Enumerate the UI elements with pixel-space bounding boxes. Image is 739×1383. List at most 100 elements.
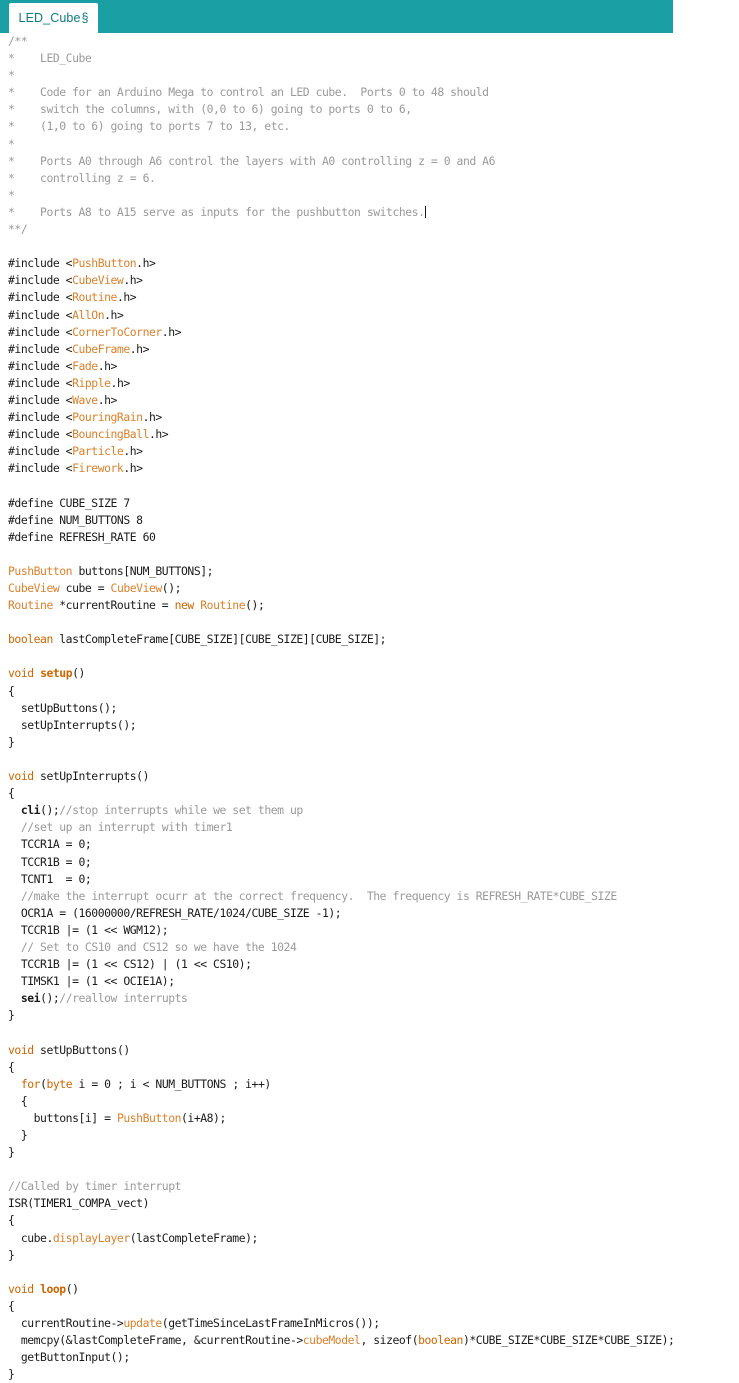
code-token: .h> [161, 324, 182, 339]
code-token: Routine [8, 598, 53, 613]
code-token: (); [245, 598, 265, 613]
code-line: #include <Wave.h> [0, 392, 739, 409]
code-token: } [8, 734, 15, 749]
code-token: { [8, 1213, 15, 1228]
code-line: void setUpInterrupts() [0, 768, 739, 785]
code-token: .h> [142, 410, 163, 425]
code-line: TCCR1A = 0; [0, 836, 739, 853]
code-token: CubeView [110, 581, 163, 595]
code-token: memcpy(&lastCompleteFrame, &currentRouti… [8, 1333, 303, 1348]
code-line: Routine *currentRoutine = new Routine(); [0, 597, 739, 614]
code-token: buttons[i] = [8, 1110, 117, 1125]
code-line: { [0, 1093, 739, 1110]
code-token: cli [20, 803, 41, 818]
code-token: #include < [8, 290, 73, 305]
code-line: memcpy(&lastCompleteFrame, &currentRouti… [0, 1332, 739, 1349]
code-token: } [8, 1145, 15, 1160]
code-editor[interactable]: /** * LED_Cube * * Code for an Arduino Mega… [0, 33, 739, 1383]
code-token: #include < [8, 375, 73, 390]
tab-label: LED_Cube [18, 11, 81, 25]
code-token: CubeView [72, 273, 124, 288]
code-line: setUpInterrupts(); [0, 717, 739, 734]
code-token: #include < [8, 358, 73, 373]
code-line: getButtonInput(); [0, 1349, 739, 1366]
code-line: } [0, 1007, 739, 1024]
code-token: } [8, 1008, 15, 1023]
code-token: /** [8, 34, 28, 48]
code-token: OCR1A = (16000000/REFRESH_RATE/1024/CUBE… [8, 905, 342, 920]
code-token: .h> [123, 273, 143, 288]
code-line: #include <CubeView.h> [0, 272, 739, 289]
code-token: void [8, 1042, 34, 1057]
code-line: sei();//reallow interrupts [0, 990, 739, 1007]
code-line: buttons[i] = PushButton(i+A8); [0, 1110, 739, 1127]
code-token: #define NUM_BUTTONS 8 [8, 512, 143, 527]
code-token: .h> [148, 427, 169, 442]
code-token: { [8, 1059, 15, 1074]
code-line: for(byte i = 0 ; i < NUM_BUTTONS ; i++) [0, 1076, 739, 1093]
code-token: PushButton [8, 563, 73, 578]
code-token: TCCR1B |= (1 << WGM12); [8, 922, 169, 937]
code-line: #include <Particle.h> [0, 443, 739, 460]
code-token: sei [20, 991, 41, 1006]
code-line: #include <Routine.h> [0, 289, 739, 306]
code-token: #include < [8, 256, 73, 271]
code-token: void [8, 769, 34, 784]
code-line: * [0, 67, 739, 84]
code-token: .h> [110, 375, 131, 390]
code-token: loop [40, 1281, 66, 1296]
code-token: #include < [8, 444, 73, 459]
code-token: (getTimeSinceLastFrameInMicros()); [161, 1316, 380, 1331]
code-line: TIMSK1 |= (1 << OCIE1A); [0, 973, 739, 990]
code-token: * (1,0 to 6) going to ports 7 to 13, etc… [8, 119, 290, 134]
code-token: .h> [136, 256, 156, 271]
code-token: for [20, 1076, 41, 1091]
code-line: #include <Fade.h> [0, 358, 739, 375]
code-token: #include < [8, 461, 73, 476]
code-line: { [0, 1059, 739, 1076]
code-line: } [0, 734, 739, 751]
code-token: #include < [8, 427, 73, 442]
code-token: PushButton [116, 1110, 182, 1125]
code-token: *currentRoutine = [52, 598, 175, 613]
code-line: * [0, 187, 739, 204]
code-line: **/ [0, 221, 739, 238]
code-line: ISR(TIMER1_COMPA_vect) [0, 1195, 739, 1212]
code-token: )*CUBE_SIZE*CUBE_SIZE*CUBE_SIZE); [462, 1333, 675, 1348]
code-token: (); [40, 803, 60, 818]
code-line: * [0, 136, 739, 153]
code-token: #include < [8, 392, 73, 407]
code-token: .h> [129, 341, 150, 356]
tab-bar: LED_Cube § [0, 0, 673, 33]
code-token: buttons[NUM_BUTTONS]; [72, 563, 214, 578]
code-line: #define NUM_BUTTONS 8 [0, 512, 739, 529]
code-token: * [8, 187, 15, 202]
code-line: void loop() [0, 1281, 739, 1298]
code-line: } [0, 1366, 739, 1383]
code-token: **/ [8, 222, 28, 237]
code-token: PushButton [72, 256, 137, 271]
tab-led-cube[interactable]: LED_Cube § [9, 3, 98, 33]
tab-dirty-marker: § [81, 11, 89, 25]
code-token: #include < [8, 341, 73, 356]
code-token: #include < [8, 410, 73, 425]
code-token: TIMSK1 |= (1 << OCIE1A); [8, 974, 175, 989]
code-line: TCCR1B |= (1 << CS12) | (1 << CS10); [0, 956, 739, 973]
code-line: CubeView cube = CubeView(); [0, 580, 739, 597]
code-token: () [72, 666, 85, 681]
code-line: * controlling z = 6. [0, 170, 739, 187]
code-token: * switch the columns, with (0,0 to 6) go… [8, 102, 412, 117]
code-line: #include <CornerToCorner.h> [0, 324, 739, 341]
code-token: .h> [123, 444, 143, 459]
code-token: #include < [8, 307, 73, 322]
code-line: #include <BouncingBall.h> [0, 426, 739, 443]
code-token: } [8, 1128, 28, 1142]
code-token: Ripple [72, 375, 111, 390]
code-token: Particle [72, 444, 124, 459]
code-token: cubeModel [302, 1333, 361, 1348]
